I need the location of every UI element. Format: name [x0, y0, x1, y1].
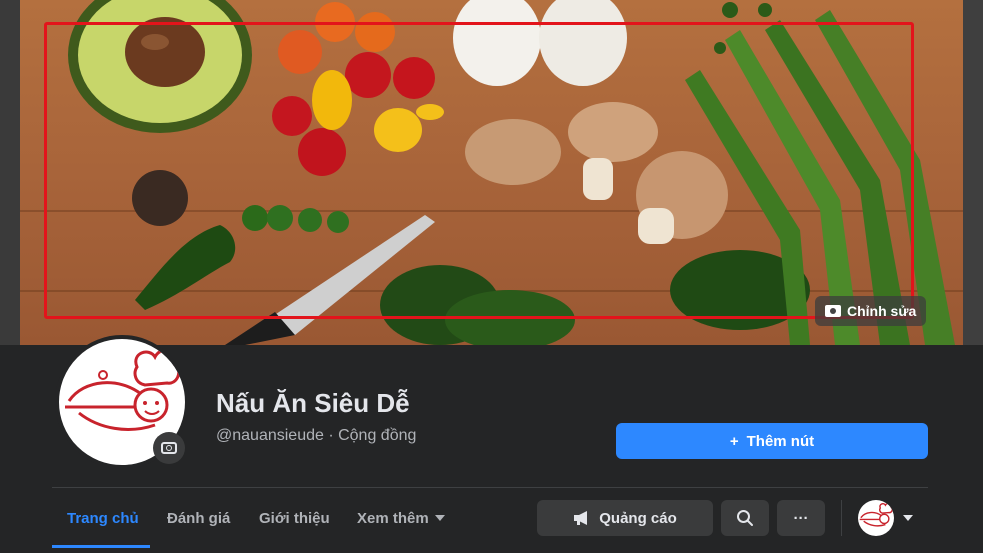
- tab-label: Trang chủ: [67, 509, 139, 527]
- chef-logo-icon: [859, 502, 893, 527]
- search-button[interactable]: [721, 500, 769, 536]
- cover-food-illustration: [68, 0, 955, 345]
- ads-button[interactable]: Quảng cáo: [537, 500, 713, 536]
- page-title: Nấu Ăn Siêu Dễ: [216, 388, 410, 418]
- tab-reviews[interactable]: Đánh giá: [167, 500, 230, 536]
- edit-cover-button[interactable]: Chỉnh sửa: [815, 296, 927, 326]
- more-icon: ···: [793, 509, 809, 527]
- toolbar-separator: [841, 500, 842, 536]
- add-button[interactable]: + Thêm nút: [616, 423, 928, 459]
- chevron-down-icon: [434, 515, 445, 521]
- page-handle: @nauansieude · Cộng đồng: [216, 427, 417, 444]
- tab-label: Xem thêm: [357, 509, 429, 527]
- change-avatar-button[interactable]: [153, 432, 185, 464]
- camera-icon: [825, 305, 841, 317]
- switch-profile-avatar[interactable]: [858, 500, 894, 536]
- chevron-down-icon[interactable]: [903, 515, 913, 521]
- plus-icon: +: [729, 432, 739, 450]
- more-options-button[interactable]: ···: [777, 500, 825, 536]
- cover-area: Chỉnh sửa: [0, 0, 983, 345]
- edit-cover-label: Chỉnh sửa: [847, 303, 917, 319]
- add-button-label: Thêm nút: [746, 432, 815, 450]
- tab-label: Giới thiệu: [259, 509, 330, 527]
- header-divider: [52, 487, 928, 488]
- camera-icon: [161, 442, 177, 454]
- active-tab-indicator: [52, 545, 150, 548]
- cover-side-right: [963, 0, 983, 345]
- search-icon: [737, 510, 753, 526]
- tab-label: Đánh giá: [167, 509, 231, 527]
- cover-photo[interactable]: [20, 0, 963, 345]
- tab-home[interactable]: Trang chủ: [67, 500, 139, 536]
- tab-more[interactable]: Xem thêm: [357, 500, 445, 536]
- megaphone-icon: [574, 511, 588, 525]
- cover-side-left: [0, 0, 20, 345]
- tab-about[interactable]: Giới thiệu: [259, 500, 330, 536]
- ads-button-label: Quảng cáo: [599, 509, 677, 527]
